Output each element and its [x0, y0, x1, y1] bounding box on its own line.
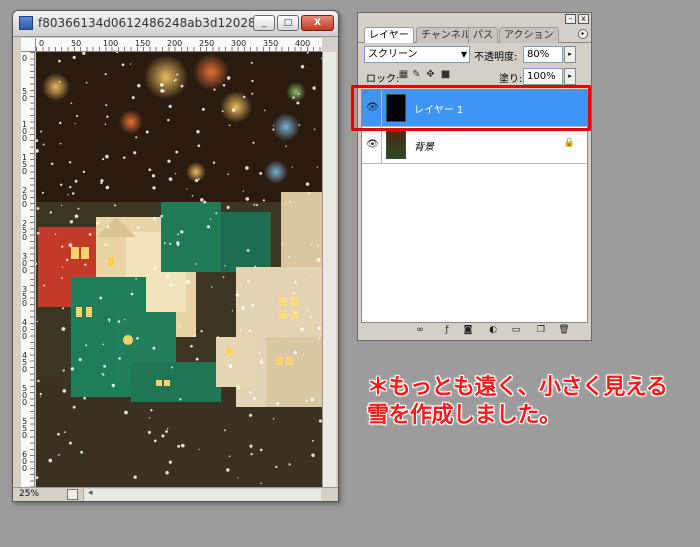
ruler-tick-label: 350 [263, 39, 279, 48]
ruler-tick-label: 300 [231, 39, 247, 48]
trash-icon[interactable]: 🗑 [558, 324, 570, 336]
ruler-tick-label: 400 [22, 318, 28, 341]
status-bar: 25% ◂ [13, 487, 338, 501]
maximize-button[interactable]: □ [277, 15, 299, 31]
ruler-tick-label: 250 [199, 39, 215, 48]
scroll-left-arrow-icon[interactable]: ◂ [88, 488, 93, 498]
tab-layers[interactable]: レイヤー [364, 27, 414, 43]
caption-line-2: 雪を作成しました。 [367, 403, 561, 428]
ruler-tick-label: 100 [22, 120, 28, 143]
fill-input[interactable]: 100% [523, 68, 563, 85]
blend-mode-select[interactable]: スクリーン ▼ [364, 46, 470, 63]
ruler-tick-label: 350 [22, 285, 28, 308]
ruler-tick-label: 150 [22, 153, 28, 176]
vertical-ruler[interactable]: 0 50 100 150 200 250 300 350 400 450 500 550 600 [21, 52, 35, 487]
horizontal-scrollbar[interactable]: ◂ [83, 488, 321, 501]
tab-paths[interactable]: パス [468, 27, 498, 43]
ruler-tick-label: 500 [22, 384, 28, 407]
ruler-tick-label: 100 [103, 39, 119, 48]
panel-menu-icon[interactable]: ▸ [578, 29, 588, 39]
minimize-button[interactable]: _ [253, 15, 275, 31]
lock-icon: 🔒 [563, 138, 575, 148]
ruler-tick-label: 250 [22, 219, 28, 242]
new-group-icon[interactable]: ▭ [510, 324, 522, 336]
link-layers-icon[interactable]: ∞ [414, 324, 426, 336]
close-button[interactable]: X [301, 15, 334, 31]
opacity-slider-button[interactable]: ▸ [564, 46, 576, 63]
lock-row: ロック: ▦ ✎ ✥ ■ 塗り: 100% ▸ [358, 65, 591, 87]
panel-tabs: レイヤー チャンネル パス アクション ▸ [358, 25, 591, 43]
chevron-down-icon: ▼ [460, 50, 467, 59]
layer-mask-icon[interactable]: ◙ [462, 324, 474, 336]
lock-label: ロック: [366, 74, 400, 85]
canvas-photo [36, 52, 322, 487]
opacity-input[interactable]: 80% [523, 46, 563, 63]
layers-panel: – x レイヤー チャンネル パス アクション ▸ スクリーン ▼ 不透明度: … [357, 12, 592, 341]
image-canvas[interactable] [36, 52, 322, 487]
ruler-tick-label: 600 [22, 450, 28, 473]
ruler-tick-label: 200 [167, 39, 183, 48]
opacity-label: 不透明度: [474, 52, 518, 63]
layer-row-background[interactable]: 👁 背景 🔒 [362, 127, 587, 164]
ruler-tick-label: 150 [135, 39, 151, 48]
lock-position-icon[interactable]: ✥ [425, 69, 436, 80]
fill-label: 塗り: [499, 74, 523, 85]
panel-minimize-button[interactable]: – [565, 14, 576, 24]
new-layer-icon[interactable]: ❐ [535, 324, 547, 336]
caption-line-1: ＊もっとも遠く、小さく見える [367, 375, 668, 400]
layer-thumbnail [386, 131, 406, 159]
horizontal-ruler[interactable]: 0 50 100 150 200 250 300 350 400 [36, 38, 322, 52]
ruler-tick-label: 450 [22, 351, 28, 374]
blend-row: スクリーン ▼ 不透明度: 80% ▸ [358, 43, 591, 65]
adjustment-layer-icon[interactable]: ◐ [487, 324, 499, 336]
selected-layer-highlight [351, 85, 591, 131]
ruler-tick-label: 200 [22, 186, 28, 209]
panel-close-button[interactable]: x [578, 14, 589, 24]
caption: ＊もっとも遠く、小さく見える 雪を作成しました。 [367, 374, 668, 430]
tab-actions[interactable]: アクション [499, 27, 559, 43]
lock-transparency-icon[interactable]: ▦ [398, 69, 409, 80]
layer-style-icon[interactable]: ƒ [441, 324, 453, 336]
panel-footer: ∞ ƒ ◙ ◐ ▭ ❐ 🗑 [358, 322, 591, 338]
ruler-tick-label: 550 [22, 417, 28, 440]
ruler-tick-label: 50 [22, 87, 28, 103]
document-title: f80366134d0612486248ab3d12028... [38, 16, 253, 30]
ruler-tick-label: 0 [22, 54, 28, 63]
document-window: f80366134d0612486248ab3d12028... _ □ X 0… [12, 10, 339, 502]
fill-slider-button[interactable]: ▸ [564, 68, 576, 85]
ruler-tick-label: 0 [39, 39, 45, 48]
zoom-level[interactable]: 25% [19, 489, 39, 499]
ruler-tick-label: 300 [22, 252, 28, 275]
ruler-corner[interactable] [21, 38, 36, 52]
eye-icon[interactable]: 👁 [364, 127, 382, 163]
ruler-tick-label: 50 [71, 39, 82, 48]
vertical-scrollbar[interactable] [322, 52, 336, 487]
status-info-button[interactable] [67, 489, 78, 500]
tab-channels[interactable]: チャンネル [416, 27, 476, 43]
lock-all-icon[interactable]: ■ [440, 69, 451, 80]
panel-header[interactable]: – x [358, 13, 591, 25]
photoshop-document-icon [19, 16, 33, 30]
ruler-tick-label: 400 [295, 39, 311, 48]
layer-name[interactable]: 背景 [414, 138, 434, 153]
lock-image-icon[interactable]: ✎ [411, 69, 422, 80]
blend-mode-value: スクリーン [368, 49, 418, 60]
document-titlebar[interactable]: f80366134d0612486248ab3d12028... _ □ X [13, 11, 338, 37]
